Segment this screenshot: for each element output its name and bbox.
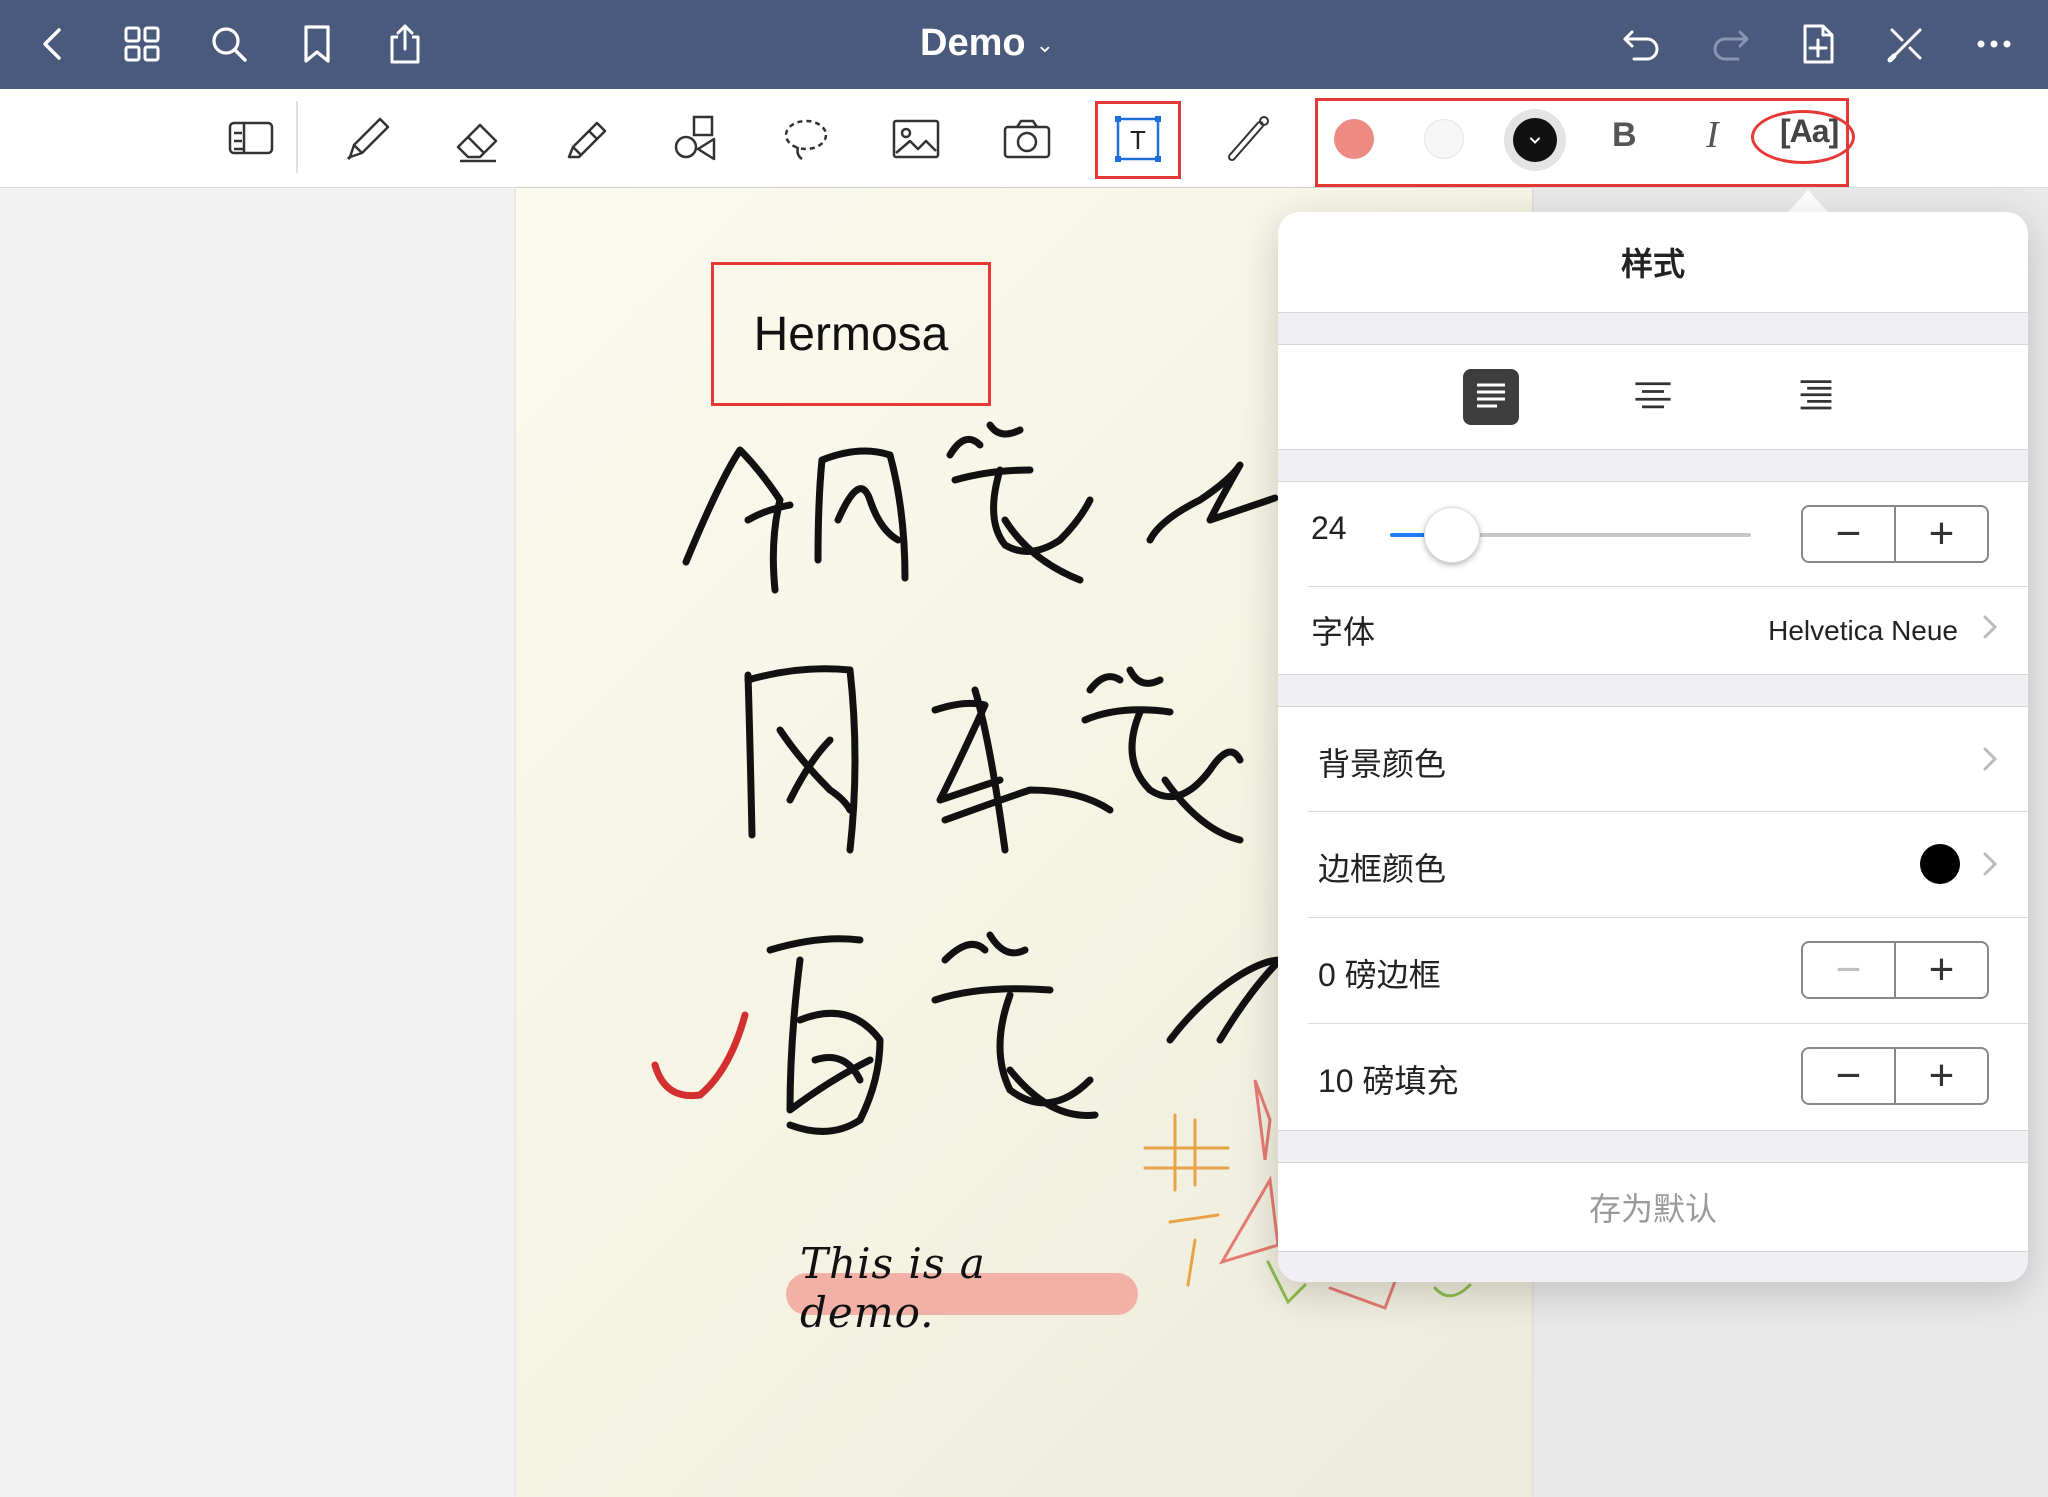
- handwritten-caption: This is a demo.: [800, 1239, 986, 1337]
- shapes-icon: [674, 115, 716, 161]
- lasso-tool[interactable]: [774, 107, 838, 171]
- appearance-section: 背景颜色 边框颜色 0 磅边框 − + 10 磅填充 − +: [1278, 706, 2028, 1131]
- chevron-right-icon: [1983, 747, 1998, 771]
- read-only-mode-button[interactable]: [218, 107, 282, 171]
- toolbar-divider: [296, 101, 298, 173]
- text-box-hermosa[interactable]: Hermosa: [711, 262, 991, 406]
- top-nav-bar: Demo ⌄: [0, 0, 2048, 89]
- fill-color-swatch[interactable]: [1334, 119, 1374, 159]
- align-left-icon: [1477, 383, 1505, 408]
- back-button[interactable]: [24, 14, 84, 74]
- eraser-tool[interactable]: [446, 107, 510, 171]
- laser-pointer-tool[interactable]: [1216, 107, 1280, 171]
- thumbnails-button[interactable]: [112, 14, 172, 74]
- grid-icon: [124, 26, 160, 62]
- italic-button[interactable]: I: [1706, 113, 1719, 157]
- image-icon: [892, 119, 940, 159]
- style-popover: 样式 24 − + 字体 Helvetica Neue 背景颜色 边框颜色 0 …: [1278, 212, 2028, 1282]
- align-center-icon: [1635, 382, 1671, 409]
- camera-tool[interactable]: [995, 107, 1059, 171]
- font-size-decrease-button[interactable]: −: [1803, 507, 1894, 561]
- add-page-icon: [1803, 24, 1834, 64]
- pencil-cross-icon: [1887, 28, 1922, 63]
- add-page-button[interactable]: [1788, 14, 1848, 74]
- border-color-label: 边框颜色: [1318, 851, 1447, 887]
- align-right-button[interactable]: [1788, 369, 1844, 425]
- more-button[interactable]: [1964, 14, 2024, 74]
- camera-icon: [1003, 119, 1051, 159]
- font-size-value: 24: [1311, 510, 1347, 546]
- share-button[interactable]: [375, 14, 435, 74]
- document-title-menu[interactable]: Demo ⌄: [920, 18, 1054, 68]
- read-mode-icon: [228, 121, 274, 155]
- lasso-icon: [784, 119, 828, 161]
- chevron-down-icon: [1530, 137, 1540, 144]
- laser-pointer-icon: [1228, 116, 1269, 161]
- slider-track-empty: [1446, 533, 1751, 537]
- redo-icon: [1713, 30, 1749, 61]
- align-right-icon: [1800, 380, 1832, 410]
- text-color-swatch[interactable]: [1513, 118, 1557, 162]
- redo-button[interactable]: [1700, 14, 1760, 74]
- bookmark-button[interactable]: [287, 14, 347, 74]
- align-left-button[interactable]: [1463, 369, 1519, 425]
- eraser-icon: [456, 123, 498, 163]
- border-width-row: 0 磅边框 − +: [1278, 918, 2028, 1022]
- padding-label: 10 磅填充: [1318, 1063, 1459, 1099]
- share-icon: [390, 24, 420, 64]
- document-title: Demo: [920, 21, 1026, 64]
- border-color-swatch: [1920, 844, 1960, 884]
- chevron-right-icon: [1983, 615, 1998, 639]
- font-section: 24 − + 字体 Helvetica Neue: [1278, 481, 2028, 675]
- text-box-content: Hermosa: [753, 307, 949, 361]
- border-width-label: 0 磅边框: [1318, 957, 1441, 993]
- font-value: Helvetica Neue: [1768, 615, 1958, 646]
- pen-icon: [346, 117, 390, 161]
- border-width-stepper: − +: [1801, 941, 1989, 999]
- border-width-increase-button[interactable]: +: [1896, 943, 1987, 997]
- background-color-label: 背景颜色: [1318, 746, 1447, 782]
- search-button[interactable]: [199, 14, 259, 74]
- search-icon: [212, 27, 247, 62]
- padding-row: 10 磅填充 − +: [1278, 1024, 2028, 1128]
- bold-button[interactable]: B: [1612, 116, 1637, 155]
- undo-button[interactable]: [1612, 14, 1672, 74]
- text-tool-highlight: [1095, 101, 1181, 179]
- border-width-decrease-button[interactable]: −: [1803, 943, 1894, 997]
- bookmark-icon: [304, 25, 330, 63]
- chevron-left-icon: [43, 28, 61, 60]
- popover-arrow: [1786, 190, 1830, 214]
- tool-bar: T B I [Aa]: [0, 89, 2048, 188]
- image-tool[interactable]: [884, 107, 948, 171]
- alignment-section: [1278, 344, 2028, 450]
- font-size-increase-button[interactable]: +: [1896, 507, 1987, 561]
- text-style-highlight: [1751, 110, 1855, 164]
- more-icon: [1977, 40, 2011, 48]
- align-center-button[interactable]: [1625, 369, 1681, 425]
- font-row[interactable]: 字体 Helvetica Neue: [1278, 587, 2028, 673]
- background-color-swatch[interactable]: [1424, 119, 1464, 159]
- pen-options-button[interactable]: [1876, 14, 1936, 74]
- border-color-row[interactable]: 边框颜色: [1278, 812, 2028, 916]
- font-size-stepper: − +: [1801, 505, 1989, 563]
- padding-stepper: − +: [1801, 1047, 1989, 1105]
- font-label: 字体: [1311, 614, 1376, 650]
- pen-tool[interactable]: [336, 107, 400, 171]
- chevron-right-icon: [1983, 852, 1998, 876]
- font-size-slider[interactable]: [1424, 507, 1480, 563]
- undo-icon: [1623, 30, 1659, 61]
- padding-decrease-button[interactable]: −: [1803, 1049, 1894, 1103]
- chevron-down-icon: ⌄: [1035, 32, 1055, 57]
- background-color-row[interactable]: 背景颜色: [1278, 707, 2028, 811]
- highlighter-tool[interactable]: [555, 107, 619, 171]
- padding-increase-button[interactable]: +: [1896, 1049, 1987, 1103]
- shapes-tool[interactable]: [664, 107, 728, 171]
- save-as-default-button[interactable]: 存为默认: [1278, 1162, 2028, 1252]
- popover-title: 样式: [1278, 212, 2028, 313]
- highlighter-icon: [567, 121, 607, 159]
